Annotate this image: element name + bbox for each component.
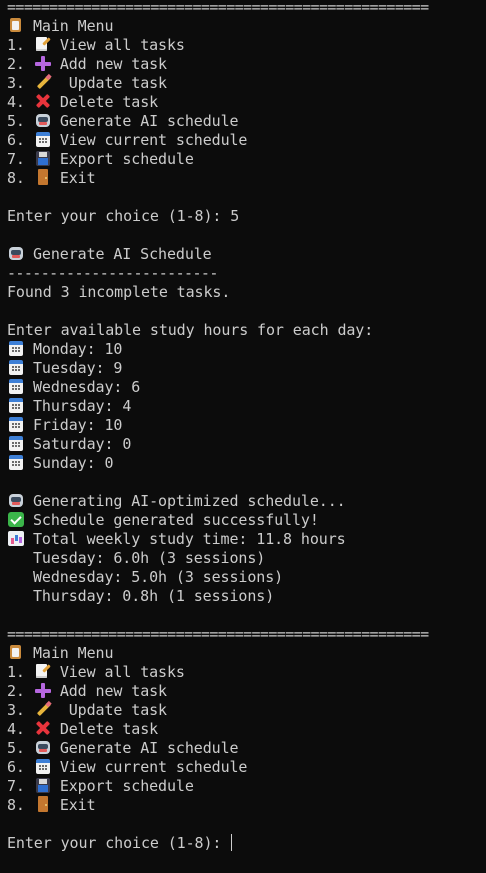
menu-item: 1. View all tasks (7, 663, 185, 681)
schedule-breakdown-row: Wednesday: 5.0h (3 sessions) (33, 568, 284, 586)
menu-title: Main Menu (7, 17, 113, 36)
hours-prompt: Enter available study hours for each day… (7, 321, 374, 339)
pencil-icon (34, 701, 52, 717)
total-study-time: Total weekly study time: 11.8 hours (7, 530, 346, 549)
calendar-icon (7, 435, 25, 451)
menu-item: 8. Exit (7, 169, 96, 187)
menu-item: 7. Export schedule (7, 150, 194, 168)
choice-prompt[interactable]: Enter your choice (1-8): (7, 834, 233, 853)
door-icon (34, 169, 52, 185)
day-hours-row: Saturday: 0 (7, 435, 131, 454)
bar-chart-icon (7, 530, 25, 546)
check-mark-icon (7, 511, 25, 527)
robot-icon (34, 739, 52, 755)
robot-icon (7, 492, 25, 508)
section-title: Generate AI Schedule (7, 245, 212, 264)
success-status: Schedule generated successfully! (7, 511, 319, 530)
menu-item: 4. Delete task (7, 720, 159, 738)
menu-item: 5. Generate AI schedule (7, 112, 239, 130)
day-hours-row: Thursday: 4 (7, 397, 131, 416)
plus-icon (34, 682, 52, 698)
plus-icon (34, 55, 52, 71)
terminal-window[interactable]: ========================================… (0, 0, 486, 873)
calendar-icon (7, 397, 25, 413)
menu-item: 6. View current schedule (7, 131, 248, 149)
memo-icon (34, 663, 52, 679)
calendar-icon (7, 340, 25, 356)
memo-icon (34, 36, 52, 52)
separator-line: ========================================… (7, 0, 429, 16)
clipboard-icon (7, 17, 25, 33)
day-hours-row: Tuesday: 9 (7, 359, 122, 378)
calendar-icon (7, 454, 25, 470)
menu-item: 3. Update task (7, 701, 167, 719)
menu-item: 1. View all tasks (7, 36, 185, 54)
menu-item: 5. Generate AI schedule (7, 739, 239, 757)
found-tasks-text: Found 3 incomplete tasks. (7, 283, 231, 301)
robot-icon (34, 112, 52, 128)
clipboard-icon (7, 644, 25, 660)
sub-separator-line: ------------------------- (7, 264, 218, 282)
robot-icon (7, 245, 25, 261)
day-hours-row: Sunday: 0 (7, 454, 113, 473)
schedule-breakdown-row: Thursday: 0.8h (1 sessions) (33, 587, 275, 605)
separator-line: ========================================… (7, 625, 429, 643)
floppy-disk-icon (34, 777, 52, 793)
door-icon (34, 796, 52, 812)
menu-title: Main Menu (7, 644, 113, 663)
calendar-icon (7, 359, 25, 375)
cross-mark-icon (34, 720, 52, 736)
menu-item: 8. Exit (7, 796, 96, 814)
menu-item: 2. Add new task (7, 55, 167, 73)
calendar-icon (7, 378, 25, 394)
choice-value: 5 (230, 207, 240, 225)
menu-item: 6. View current schedule (7, 758, 248, 776)
day-hours-row: Monday: 10 (7, 340, 122, 359)
menu-item: 4. Delete task (7, 93, 159, 111)
text-cursor (231, 834, 233, 851)
choice-prompt: Enter your choice (1-8): 5 (7, 207, 240, 225)
calendar-icon (7, 416, 25, 432)
calendar-icon (34, 758, 52, 774)
menu-item: 2. Add new task (7, 682, 167, 700)
schedule-breakdown-row: Tuesday: 6.0h (3 sessions) (33, 549, 266, 567)
cross-mark-icon (34, 93, 52, 109)
pencil-icon (34, 74, 52, 90)
day-hours-row: Friday: 10 (7, 416, 122, 435)
menu-item: 7. Export schedule (7, 777, 194, 795)
menu-item: 3. Update task (7, 74, 167, 92)
generating-status: Generating AI-optimized schedule... (7, 492, 346, 511)
day-hours-row: Wednesday: 6 (7, 378, 140, 397)
floppy-disk-icon (34, 150, 52, 166)
calendar-icon (34, 131, 52, 147)
